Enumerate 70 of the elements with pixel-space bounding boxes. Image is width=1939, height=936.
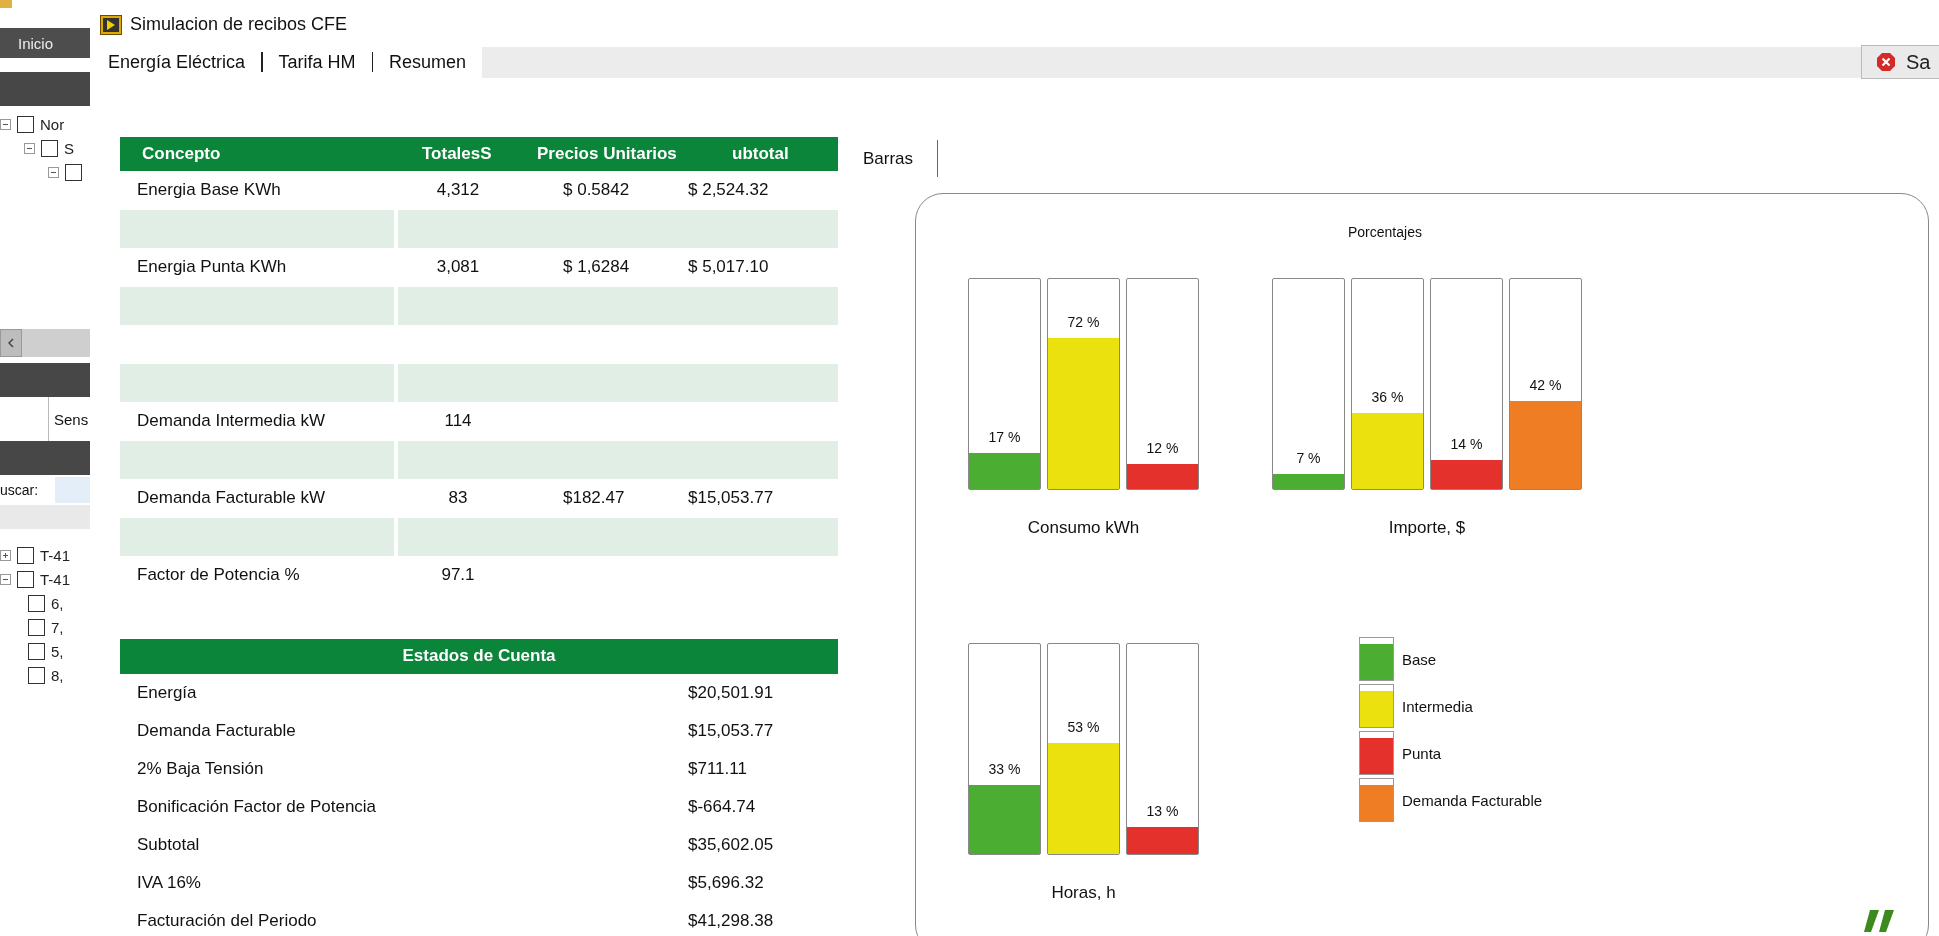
table-cell-text: $ 0.5842 — [562, 180, 631, 201]
percent-label: 17 % — [987, 429, 1022, 446]
table-cell-text: 83 — [447, 488, 469, 509]
column-header: Sens — [54, 410, 89, 428]
legend-label: Punta — [1402, 744, 1442, 762]
table-cell-text: $ 5,017.10 — [687, 257, 770, 278]
account-value: $5,696.32 — [688, 872, 765, 893]
account-label: Energía — [136, 682, 198, 703]
column-header: ubtotal — [731, 144, 790, 164]
tree-item[interactable]: 6, — [51, 594, 64, 612]
tab[interactable]: Resumen — [381, 51, 475, 73]
percent-label: 33 % — [987, 760, 1022, 777]
legend-label: Intermedia — [1402, 697, 1473, 715]
percent-label: 13 % — [1145, 802, 1180, 819]
percent-label: 72 % — [1066, 313, 1101, 330]
legend-label: Base — [1402, 650, 1437, 668]
table-cell-text: 114 — [443, 411, 473, 432]
tree-item[interactable]: S — [64, 139, 74, 157]
percent-label: 42 % — [1528, 376, 1563, 393]
chart-title: Porcentajes — [1348, 224, 1423, 240]
search-label: uscar: — [0, 482, 40, 498]
table-cell-text: 97.1 — [440, 565, 476, 586]
tree-item[interactable]: T-41 — [40, 570, 70, 588]
account-label: IVA 16% — [136, 872, 202, 893]
percent-label: 7 % — [1295, 450, 1322, 467]
account-value: $35,602.05 — [688, 834, 775, 855]
account-value: $15,053.77 — [688, 720, 775, 741]
account-value: $20,501.91 — [688, 682, 775, 703]
window-title: Simulacion de recibos CFE — [130, 14, 348, 35]
table-cell-text: Demanda Facturable kW — [136, 488, 327, 509]
table-cell-text: $ 1,6284 — [562, 257, 631, 278]
percent-label: 12 % — [1145, 439, 1180, 456]
account-value: $-664.74 — [688, 796, 757, 817]
table-cell-text: Factor de Potencia % — [136, 565, 301, 586]
tree-item[interactable]: 7, — [51, 618, 64, 636]
tree-item[interactable]: 5, — [51, 642, 64, 660]
close-button[interactable]: Sa — [1861, 45, 1939, 79]
account-label: Bonificación Factor de Potencia — [136, 796, 378, 817]
tree-item[interactable]: Nor — [40, 115, 65, 133]
legend-label: Demanda Facturable — [1402, 791, 1543, 809]
group-label: Importe, $ — [1388, 518, 1466, 538]
table-cell-text: 4,312 — [435, 180, 481, 201]
table-cell-text: $ 2,524.32 — [687, 180, 770, 201]
tree-item[interactable]: T-41 — [40, 546, 70, 564]
tree-item[interactable]: 8, — [51, 666, 64, 684]
account-value: $711.11 — [688, 758, 748, 779]
table-cell-text: Energia Base KWh — [136, 180, 282, 201]
column-header: TotalesS — [421, 144, 493, 164]
column-header: Concepto — [141, 144, 222, 164]
table-cell-text: Energia Punta KWh — [136, 257, 288, 278]
column-header: Precios Unitarios — [536, 144, 678, 164]
table-cell-text: $15,053.77 — [687, 488, 775, 509]
account-label: Demanda Facturable — [136, 720, 297, 741]
group-label: Horas, h — [1051, 883, 1116, 903]
percent-label: 53 % — [1066, 718, 1101, 735]
tab[interactable]: Tarifa HM — [270, 51, 364, 73]
table-cell-text: Demanda Intermedia kW — [136, 411, 327, 432]
percent-label: 36 % — [1370, 389, 1405, 406]
table-cell-text: 3,081 — [435, 257, 481, 278]
account-value: $41,298.38 — [688, 910, 775, 931]
tab[interactable]: Energía Eléctrica — [100, 51, 254, 73]
start-button[interactable]: Inicio — [0, 28, 90, 58]
table-cell-text: $182.47 — [562, 488, 626, 509]
account-label: Subtotal — [136, 834, 201, 855]
group-label: Consumo kWh — [1027, 518, 1140, 538]
account-label: Facturación del Periodo — [136, 910, 318, 931]
view-tab[interactable]: Barras — [863, 140, 939, 177]
section-header: Estados de Cuenta — [120, 638, 838, 674]
percent-label: 14 % — [1449, 435, 1484, 452]
account-label: 2% Baja Tensión — [136, 758, 265, 779]
